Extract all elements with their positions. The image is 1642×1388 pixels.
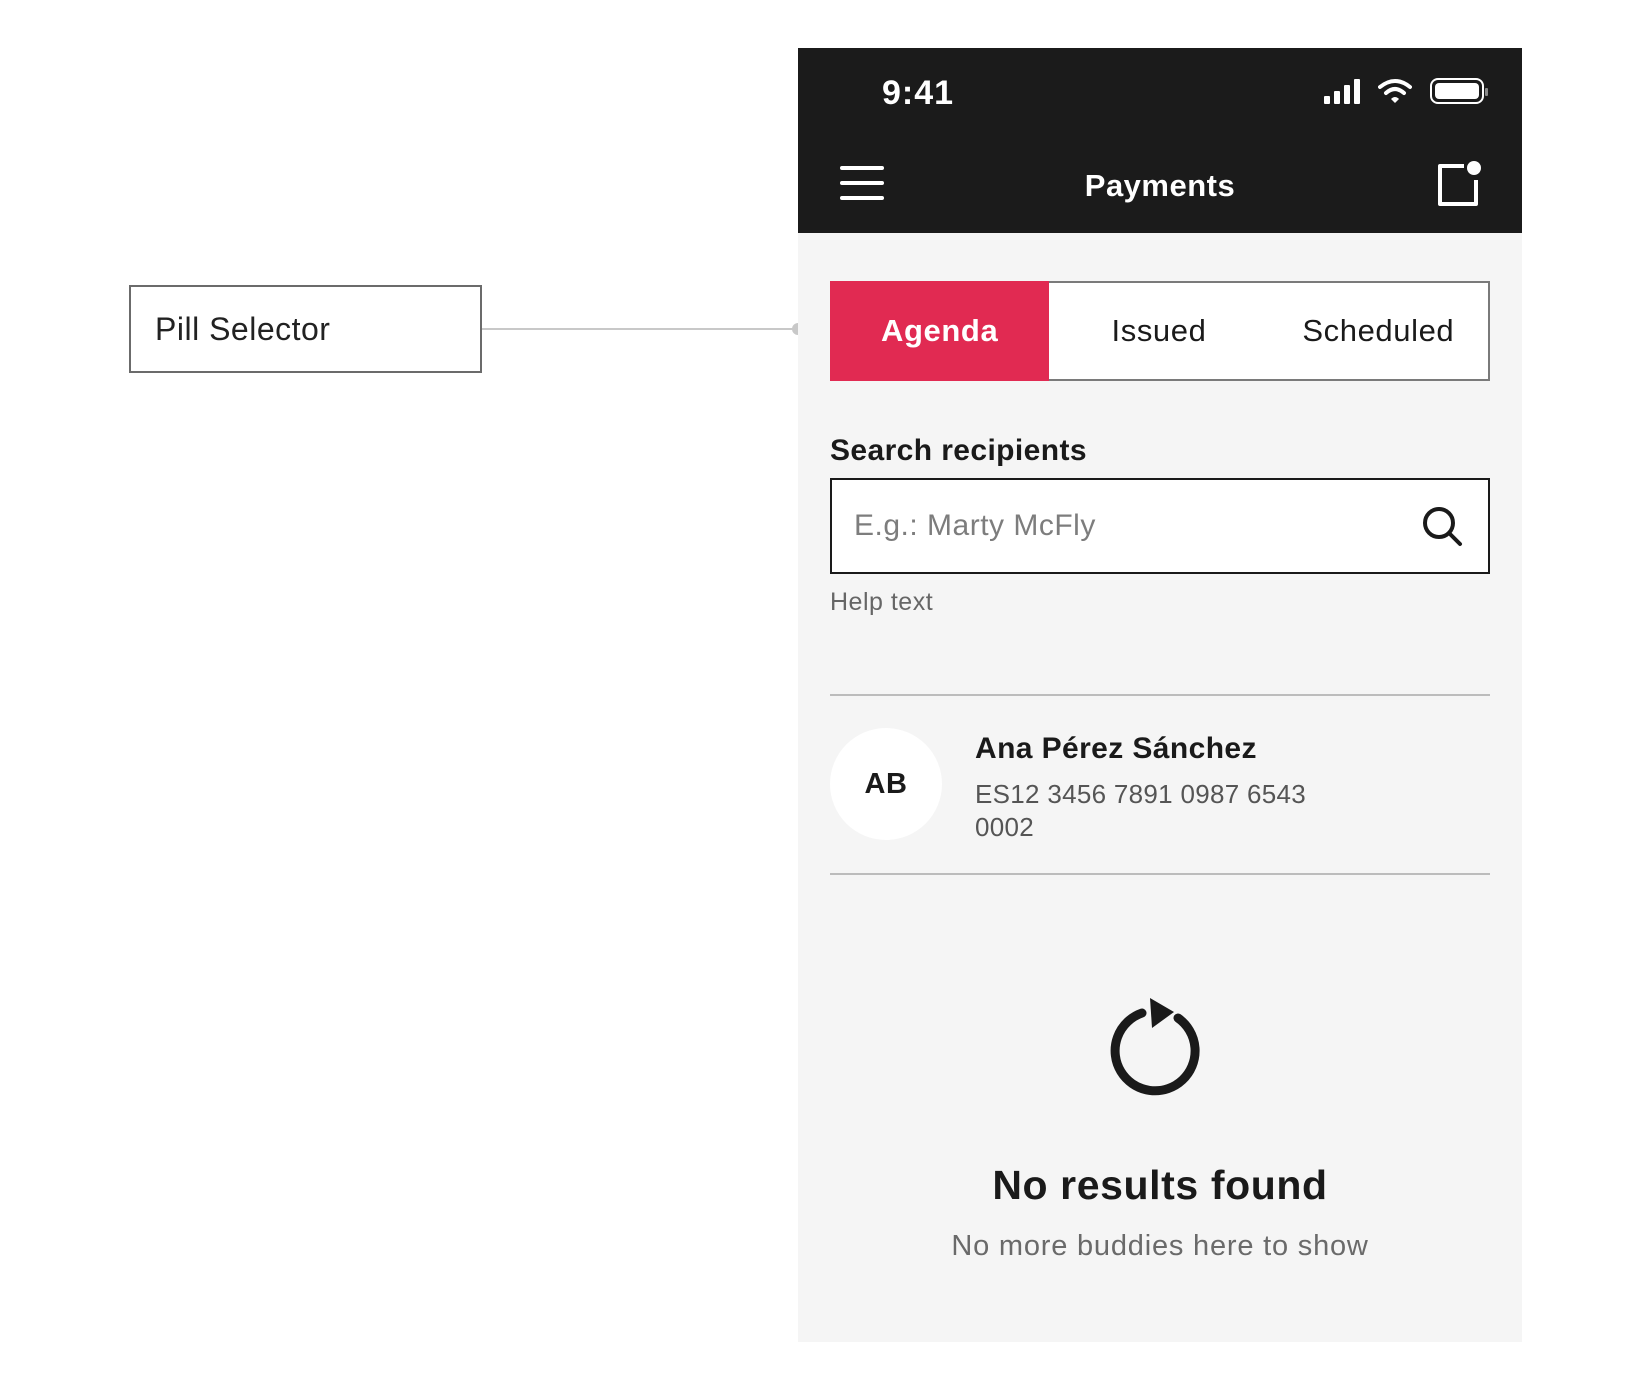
status-time: 9:41 — [882, 74, 955, 112]
annotation-connector-line — [482, 328, 796, 330]
empty-state-title: No results found — [992, 1162, 1328, 1208]
canvas: Pill Selector 9:41 Payments Agenda Issue… — [0, 0, 1642, 1388]
search-input[interactable] — [854, 480, 1414, 572]
pill-option-scheduled[interactable]: Scheduled — [1269, 283, 1488, 379]
search-label: Search recipients — [830, 434, 1087, 467]
phone-screen: 9:41 Payments Agenda Issued Scheduled Se… — [798, 48, 1522, 1342]
cellular-signal-icon — [1324, 78, 1360, 104]
status-icons — [1324, 78, 1488, 104]
pill-option-issued[interactable]: Issued — [1049, 283, 1268, 379]
list-item[interactable]: AB Ana Pérez Sánchez ES12 3456 7891 0987… — [830, 696, 1490, 872]
wifi-icon — [1378, 79, 1412, 103]
battery-icon — [1430, 78, 1488, 104]
refresh-icon — [1110, 998, 1200, 1096]
annotation-label-box: Pill Selector — [129, 285, 482, 373]
search-field — [830, 478, 1490, 574]
avatar: AB — [830, 728, 942, 840]
pill-selector: Agenda Issued Scheduled — [830, 281, 1490, 381]
top-bar: 9:41 Payments — [798, 48, 1522, 233]
recipient-iban: ES12 3456 7891 0987 6543 0002 — [975, 779, 1307, 842]
page-title: Payments — [1084, 168, 1236, 203]
search-icon[interactable] — [1420, 504, 1464, 548]
list-divider-bottom — [830, 873, 1490, 875]
notification-icon[interactable] — [1434, 160, 1482, 208]
empty-state-subtitle: No more buddies here to show — [951, 1230, 1369, 1262]
recipient-name: Ana Pérez Sánchez — [975, 732, 1257, 765]
annotation-label: Pill Selector — [155, 310, 331, 347]
pill-option-agenda[interactable]: Agenda — [830, 281, 1050, 381]
search-help-text: Help text — [830, 588, 934, 616]
